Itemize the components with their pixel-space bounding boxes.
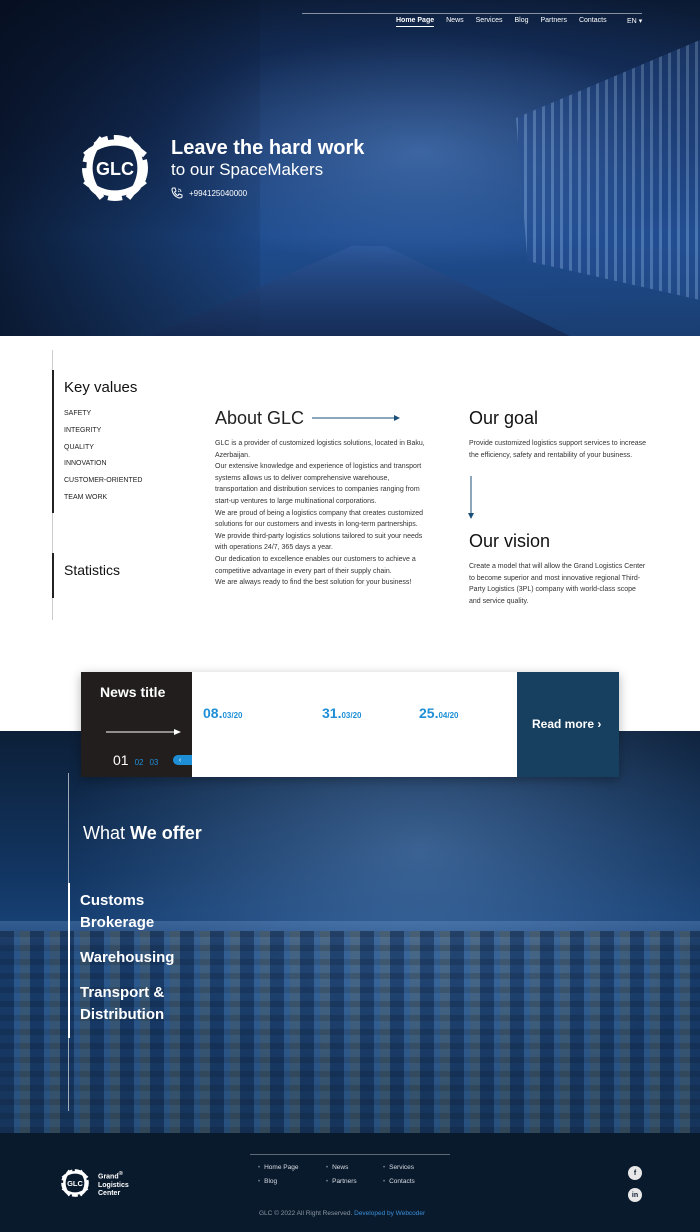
offer-item-line: Distribution <box>80 1006 165 1023</box>
news-dates: 08.03/20 31.03/20 25.04/20 <box>192 672 517 777</box>
about-paragraph: Our extensive knowledge and experience o… <box>215 463 422 505</box>
about-text: GLC is a provider of customized logistic… <box>215 438 425 589</box>
hero-subtitle: to our SpaceMakers <box>171 160 324 179</box>
news-date-day: 08. <box>203 705 223 721</box>
hero-phone[interactable]: +994125040000 <box>171 187 247 199</box>
news-date-rest: 03/20 <box>222 711 243 720</box>
chevron-right-icon: › <box>597 717 602 731</box>
footer-copyright: GLC © 2022 All Right Reserved. Developed… <box>259 1210 425 1217</box>
about-paragraph: We are always ready to find the best sol… <box>215 579 412 587</box>
key-values-bar <box>52 370 54 513</box>
read-more-label: Read more › <box>532 717 601 731</box>
copyright-text: GLC © 2022 All Right Reserved. <box>259 1210 353 1217</box>
about-paragraph: We are proud of being a logistics compan… <box>215 509 424 529</box>
news-date[interactable]: 31.03/20 <box>322 705 362 721</box>
arrow-down-icon <box>468 476 474 519</box>
glc-logo-icon[interactable]: GLC <box>72 125 158 211</box>
registered-mark: ® <box>118 1171 123 1177</box>
news-page[interactable]: 03 <box>149 758 158 767</box>
news-date-rest: 03/20 <box>341 711 362 720</box>
key-values-list: SAFETY INTEGRITY QUALITY INNOVATION CUST… <box>64 410 142 511</box>
key-value-item: TEAM WORK <box>64 493 108 501</box>
offer-title-prefix: What <box>83 823 126 843</box>
key-value-item: QUALITY <box>64 443 94 451</box>
arrow-right-icon <box>312 415 400 421</box>
footer: GLC Grand® Logistics Center Home Page Ne… <box>0 1133 700 1232</box>
logo-text: GLC <box>67 1179 83 1188</box>
nav-item-news[interactable]: News <box>446 17 464 27</box>
offer-item-customs[interactable]: Customs Brokerage <box>80 890 220 934</box>
news-page-current[interactable]: 01 <box>113 752 129 768</box>
language-label: EN <box>627 18 637 25</box>
about-paragraph: We provide third-party logistics solutio… <box>215 532 423 552</box>
footer-link-partners[interactable]: Partners <box>326 1178 357 1185</box>
about-paragraph: GLC is a provider of customized logistic… <box>215 440 425 459</box>
footer-link-services[interactable]: Services <box>383 1164 414 1171</box>
news-date-day: 31. <box>322 705 342 721</box>
developer-link[interactable]: Developed by Webcoder <box>354 1210 425 1217</box>
facebook-icon[interactable]: f <box>628 1166 642 1180</box>
language-select[interactable]: EN ▾ <box>627 17 642 25</box>
nav-item-home[interactable]: Home Page <box>396 17 435 27</box>
statistics-title[interactable]: Statistics <box>64 562 120 578</box>
statistics-bar <box>52 553 54 598</box>
footer-brand-line: Logistics <box>98 1181 129 1189</box>
news-date[interactable]: 25.04/20 <box>419 705 459 721</box>
logo-text: GLC <box>96 159 134 179</box>
footer-brand-line: Grand <box>98 1173 119 1181</box>
footer-link-blog[interactable]: Blog <box>258 1178 277 1185</box>
glc-logo-icon[interactable]: GLC <box>57 1165 93 1201</box>
nav-divider <box>302 13 642 14</box>
vision-text: Create a model that will allow the Grand… <box>469 563 646 605</box>
footer-divider <box>250 1154 450 1155</box>
goal-title: Our goal <box>469 408 539 428</box>
chevron-down-icon: ▾ <box>638 18 643 25</box>
offer-title-bold: We offer <box>130 823 202 843</box>
footer-link-news[interactable]: News <box>326 1164 348 1171</box>
nav-item-contacts[interactable]: Contacts <box>579 17 607 27</box>
offer-title: What We offer <box>83 823 202 844</box>
goal-text: Provide customized logistics support ser… <box>469 440 647 459</box>
read-more-button[interactable]: Read more › <box>517 672 619 777</box>
hero-banner: Home Page News Services Blog Partners Co… <box>0 0 700 336</box>
news-date-rest: 04/20 <box>438 711 459 720</box>
phone-number: +994125040000 <box>189 188 248 198</box>
news-panel: News title 01 02 03 ‹ › <box>81 672 201 777</box>
footer-brand: Grand® Logistics Center <box>98 1170 129 1199</box>
news-page[interactable]: 02 <box>135 758 144 767</box>
nav-item-services[interactable]: Services <box>476 17 503 27</box>
footer-brand-line: Center <box>98 1190 121 1198</box>
nav-item-blog[interactable]: Blog <box>514 17 528 27</box>
key-value-item: SAFETY <box>64 410 92 417</box>
key-values-title[interactable]: Key values <box>64 379 137 396</box>
news-card: News title 01 02 03 ‹ › 08.03/20 31.03/2… <box>81 672 619 777</box>
key-value-item: INTEGRITY <box>64 426 102 434</box>
offer-item-line: Transport & <box>80 984 165 1001</box>
news-title: News title <box>100 684 166 700</box>
offer-active-bar <box>68 883 70 1038</box>
hero-title: Leave the hard work <box>171 137 365 159</box>
vision-title: Our vision <box>469 531 551 551</box>
offer-item-warehousing[interactable]: Warehousing <box>80 947 220 969</box>
footer-link-contacts[interactable]: Contacts <box>383 1178 415 1185</box>
main-nav: Home Page News Services Blog Partners Co… <box>396 17 619 27</box>
offer-item-transport[interactable]: Transport & Distribution <box>80 982 220 1026</box>
footer-link-home[interactable]: Home Page <box>258 1164 298 1171</box>
key-value-item: CUSTOMER-ORIENTED <box>64 477 143 485</box>
about-title: About GLC <box>215 408 305 428</box>
offer-item-line: Customs <box>80 892 145 909</box>
arrow-right-icon <box>106 729 181 735</box>
nav-item-partners[interactable]: Partners <box>541 17 567 27</box>
linkedin-icon[interactable]: in <box>628 1188 642 1202</box>
read-more-text: Read more <box>532 717 595 731</box>
offer-item-line: Warehousing <box>80 949 175 966</box>
about-paragraph: Our dedication to excellence enables our… <box>215 555 416 575</box>
news-pagination: 01 02 03 <box>113 752 158 768</box>
chevron-left-icon[interactable]: ‹ <box>179 757 181 764</box>
key-value-item: INNOVATION <box>64 460 107 468</box>
phone-icon <box>171 187 183 199</box>
news-date[interactable]: 08.03/20 <box>203 705 243 721</box>
news-date-day: 25. <box>419 705 439 721</box>
offer-item-line: Brokerage <box>80 914 155 931</box>
